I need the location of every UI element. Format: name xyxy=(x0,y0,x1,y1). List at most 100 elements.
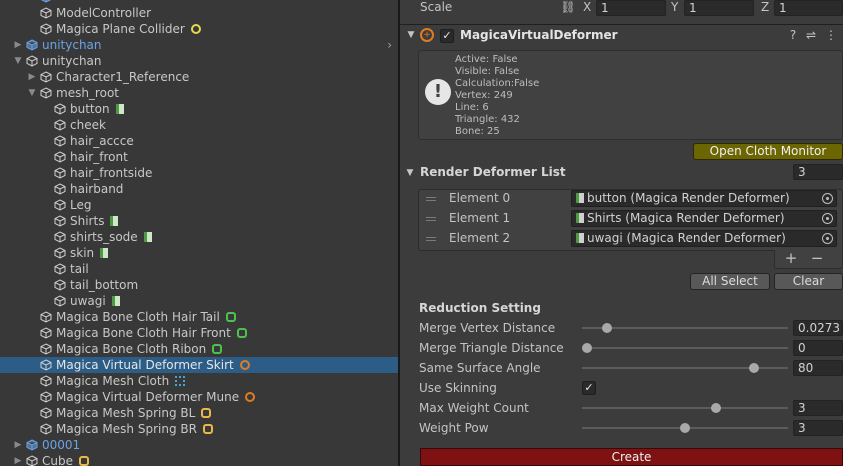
scale-y-label[interactable]: Y xyxy=(671,0,678,14)
more-options-icon[interactable]: ⋮ xyxy=(824,28,838,42)
hierarchy-row[interactable]: Magica Mesh Cloth xyxy=(0,373,398,389)
hierarchy-row[interactable]: Magica Mesh Spring BL xyxy=(0,405,398,421)
object-picker-icon[interactable] xyxy=(822,193,833,204)
hierarchy-row[interactable]: Shirts xyxy=(0,213,398,229)
element-object-field[interactable]: uwagi (Magica Render Deformer) xyxy=(571,230,837,247)
element-object-field[interactable]: Shirts (Magica Render Deformer) xyxy=(571,210,837,227)
fold-arrow-icon[interactable]: ▼ xyxy=(406,28,416,42)
hierarchy-row[interactable]: Magica Virtual Deformer Mune xyxy=(0,389,398,405)
element-object-field[interactable]: button (Magica Render Deformer) xyxy=(571,190,837,207)
hierarchy-row[interactable]: hairband xyxy=(0,181,398,197)
object-picker-icon[interactable] xyxy=(822,213,833,224)
scale-y-field[interactable]: 1 xyxy=(684,0,754,16)
help-icon[interactable]: ? xyxy=(786,28,800,42)
hierarchy-row[interactable]: Magica Mesh Spring BR xyxy=(0,421,398,437)
hierarchy-row[interactable]: Magica Virtual Deformer Skirt xyxy=(0,357,398,373)
create-button[interactable]: Create xyxy=(420,448,843,466)
merge-vertex-label: Merge Vertex Distance xyxy=(419,321,556,335)
monitor-line: Line: 6 xyxy=(455,102,489,113)
weight-pow-slider-thumb[interactable] xyxy=(680,423,690,433)
hierarchy-row[interactable]: hair_front xyxy=(0,149,398,165)
merge-triangle-field[interactable]: 0 xyxy=(793,340,843,356)
hierarchy-row[interactable]: Magica Bone Cloth Ribon xyxy=(0,341,398,357)
gameobject-cube-icon xyxy=(40,423,52,435)
hierarchy-row[interactable]: Magica Bone Cloth Hair Tail xyxy=(0,309,398,325)
open-prefab-chevron-icon[interactable]: › xyxy=(387,37,392,53)
scale-x-field[interactable]: 1 xyxy=(596,0,666,16)
render-component-icon xyxy=(100,248,109,258)
hierarchy-row[interactable]: tail xyxy=(0,261,398,277)
constrain-proportions-icon[interactable]: ⛓ xyxy=(560,0,576,14)
remove-element-button[interactable]: − xyxy=(809,251,825,266)
same-surface-angle-field[interactable]: 80 xyxy=(793,360,843,376)
hierarchy-row[interactable]: skin xyxy=(0,245,398,261)
hierarchy-row[interactable]: Magica Bone Cloth Hair Front xyxy=(0,325,398,341)
merge-vertex-field[interactable]: 0.0273 xyxy=(793,320,843,336)
hierarchy-item-label: skin xyxy=(70,245,109,261)
same-surface-angle-slider-thumb[interactable] xyxy=(748,363,759,373)
gameobject-cube-icon xyxy=(54,215,66,227)
hierarchy-row[interactable]: button xyxy=(0,101,398,117)
scale-x-label[interactable]: X xyxy=(583,0,591,14)
hierarchy-row[interactable]: ▶ Cube xyxy=(0,453,398,466)
hierarchy-row[interactable]: ModelController xyxy=(0,5,398,21)
hierarchy-row[interactable]: ▼ mesh_root xyxy=(0,85,398,101)
merge-vertex-slider-thumb[interactable] xyxy=(601,323,612,333)
merge-triangle-slider[interactable] xyxy=(582,347,788,349)
render-list-count-field[interactable]: 3 xyxy=(793,164,843,180)
clear-button[interactable]: Clear xyxy=(774,273,843,290)
hierarchy-item-label: unitychan xyxy=(42,38,102,52)
fold-arrow-right-icon[interactable]: ▶ xyxy=(12,453,24,466)
open-cloth-monitor-button[interactable]: Open Cloth Monitor xyxy=(693,143,843,160)
hierarchy-item-label: unitychan xyxy=(42,54,102,68)
hierarchy-row[interactable]: tail_bottom xyxy=(0,277,398,293)
scale-label: Scale xyxy=(420,0,453,14)
hierarchy-item-label: Magica Virtual Deformer Skirt xyxy=(56,357,250,373)
merge-triangle-slider-thumb[interactable] xyxy=(582,343,592,353)
component-enabled-checkbox[interactable]: ✓ xyxy=(440,29,454,43)
scale-z-field[interactable]: 1 xyxy=(774,0,843,16)
hierarchy-row[interactable]: ▶ 00001 xyxy=(0,437,398,453)
fold-arrow-down-icon[interactable]: ▼ xyxy=(12,53,24,69)
drag-handle-icon[interactable] xyxy=(426,217,436,221)
fold-arrow-right-icon[interactable]: ▶ xyxy=(12,437,24,453)
gameobject-cube-icon xyxy=(40,359,52,371)
max-weight-count-slider[interactable] xyxy=(582,407,788,409)
fold-arrow-right-icon[interactable]: ▶ xyxy=(12,37,24,53)
hierarchy-row[interactable]: ▼ unitychan xyxy=(0,53,398,69)
hierarchy-row[interactable]: hair_accce xyxy=(0,133,398,149)
hierarchy-row[interactable]: uwagi xyxy=(0,293,398,309)
render-deformer-list-label[interactable]: Render Deformer List xyxy=(420,165,566,179)
render-list-fold-icon[interactable]: ▼ xyxy=(405,166,415,180)
fold-arrow-right-icon[interactable]: ▶ xyxy=(26,69,38,85)
merge-vertex-slider[interactable] xyxy=(582,327,788,329)
hierarchy-row[interactable]: hair_frontside xyxy=(0,165,398,181)
use-skinning-checkbox[interactable]: ✓ xyxy=(582,381,596,395)
hierarchy-row[interactable]: shirts_sode xyxy=(0,229,398,245)
component-header[interactable]: ▼ + ✓ MagicaVirtualDeformer ? ⇌ ⋮ xyxy=(400,24,843,46)
hierarchy-row[interactable]: Leg xyxy=(0,197,398,213)
hierarchy-row[interactable]: ▶ unitychan › xyxy=(0,37,398,53)
all-select-button[interactable]: All Select xyxy=(690,273,770,290)
hierarchy-item-label: tail_bottom xyxy=(70,278,139,292)
drag-handle-icon[interactable] xyxy=(426,197,436,201)
object-picker-icon[interactable] xyxy=(822,233,833,244)
hierarchy-row[interactable]: ▶ Character1_Reference xyxy=(0,69,398,85)
hierarchy-row[interactable]: cheek xyxy=(0,117,398,133)
max-weight-count-slider-thumb[interactable] xyxy=(711,403,722,413)
virtual-deformer-icon: + xyxy=(420,28,434,42)
drag-handle-icon[interactable] xyxy=(426,237,436,241)
render-component-icon xyxy=(111,296,120,306)
element-label: Element 0 xyxy=(449,191,511,205)
gameobject-cube-icon xyxy=(40,23,52,35)
gameobject-cube-icon xyxy=(40,71,52,83)
hierarchy-row[interactable]: Magica Plane Collider xyxy=(0,21,398,37)
presets-icon[interactable]: ⇌ xyxy=(804,28,818,42)
add-element-button[interactable]: + xyxy=(783,251,799,266)
weight-pow-field[interactable]: 3 xyxy=(793,420,843,436)
scale-z-label[interactable]: Z xyxy=(761,0,769,14)
hierarchy-item-label: hair_accce xyxy=(70,134,134,148)
fold-arrow-down-icon[interactable]: ▼ xyxy=(26,85,38,101)
monitor-line: Vertex: 249 xyxy=(455,90,513,101)
max-weight-count-field[interactable]: 3 xyxy=(793,400,843,416)
